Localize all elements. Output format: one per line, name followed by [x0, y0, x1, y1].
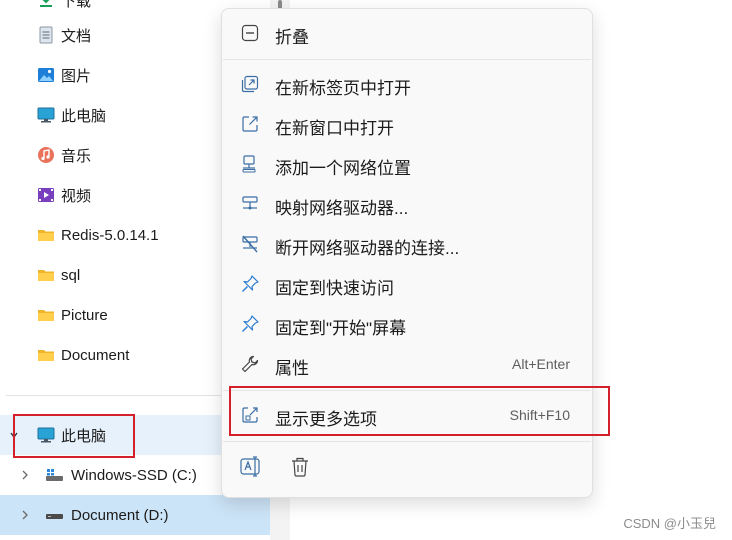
windows-drive-icon	[46, 469, 63, 481]
menu-item-label: 映射网络驱动器...	[275, 199, 409, 218]
menu-item-pin-quick-access[interactable]: 固定到快速访问	[226, 266, 588, 302]
nav-item-label: 图片	[61, 67, 92, 85]
menu-item-label: 属性	[275, 359, 309, 378]
menu-item-label: 折叠	[275, 28, 309, 47]
document-icon	[39, 26, 53, 44]
menu-item-add-network-location[interactable]: 添加一个网络位置	[226, 146, 588, 182]
music-icon	[38, 147, 54, 163]
network-location-icon	[242, 155, 256, 173]
nav-item-label: 视频	[61, 187, 92, 205]
tree-item-drive-d[interactable]: Document (D:)	[0, 495, 270, 535]
collapse-icon	[241, 24, 259, 42]
menu-item-open-new-tab[interactable]: 在新标签页中打开	[226, 66, 588, 102]
menu-item-map-network-drive[interactable]: 映射网络驱动器...	[226, 186, 588, 222]
new-window-icon	[242, 116, 258, 132]
nav-item-label: Document	[61, 346, 130, 364]
chevron-right-icon[interactable]	[20, 469, 30, 481]
pictures-icon	[38, 68, 54, 82]
nav-item-label: sql	[61, 266, 81, 284]
computer-icon	[37, 107, 55, 123]
menu-item-label: 在新窗口中打开	[275, 119, 394, 138]
nav-item-label: 文档	[61, 27, 92, 45]
menu-separator	[223, 59, 591, 60]
chevron-right-icon[interactable]	[20, 509, 30, 521]
menu-item-shortcut: Alt+Enter	[512, 356, 570, 372]
folder-icon	[38, 270, 54, 281]
highlight-box-show-more-options	[229, 386, 610, 436]
highlight-box-this-pc	[13, 414, 135, 458]
video-icon	[38, 188, 54, 202]
menu-item-disconnect-network-drive[interactable]: 断开网络驱动器的连接...	[226, 226, 588, 262]
drive-icon	[46, 514, 63, 519]
map-network-drive-icon	[242, 196, 258, 210]
menu-item-properties[interactable]: 属性 Alt+Enter	[226, 346, 588, 382]
menu-item-collapse[interactable]: 折叠	[226, 15, 588, 51]
menu-item-label: 添加一个网络位置	[275, 159, 411, 178]
menu-item-label: 在新标签页中打开	[275, 79, 411, 98]
tree-item-label: Windows-SSD (C:)	[71, 466, 197, 484]
nav-item-label: 下载	[61, 0, 92, 10]
folder-icon	[38, 350, 54, 361]
menu-item-label: 断开网络驱动器的连接...	[275, 239, 460, 258]
pin-icon	[242, 275, 259, 292]
folder-icon	[38, 310, 54, 321]
menu-item-label: 固定到"开始"屏幕	[275, 319, 407, 338]
menu-item-label: 固定到快速访问	[275, 279, 394, 298]
folder-icon	[38, 230, 54, 241]
nav-item-label: Redis-5.0.14.1	[61, 226, 159, 244]
delete-icon[interactable]	[288, 455, 312, 479]
disconnect-network-drive-icon	[242, 235, 258, 253]
watermark: CSDN @小玉兒	[623, 516, 716, 531]
rename-icon[interactable]	[239, 455, 263, 479]
nav-item-label: Picture	[61, 306, 108, 324]
download-icon	[40, 0, 52, 7]
nav-item-label: 此电脑	[61, 107, 107, 125]
pin-icon	[242, 315, 259, 332]
menu-item-open-new-window[interactable]: 在新窗口中打开	[226, 106, 588, 142]
wrench-icon	[241, 355, 259, 373]
new-tab-icon	[241, 75, 259, 93]
menu-separator	[223, 441, 591, 442]
menu-item-pin-start[interactable]: 固定到"开始"屏幕	[226, 306, 588, 342]
tree-item-label: Document (D:)	[71, 506, 169, 524]
nav-item-label: 音乐	[61, 147, 92, 165]
